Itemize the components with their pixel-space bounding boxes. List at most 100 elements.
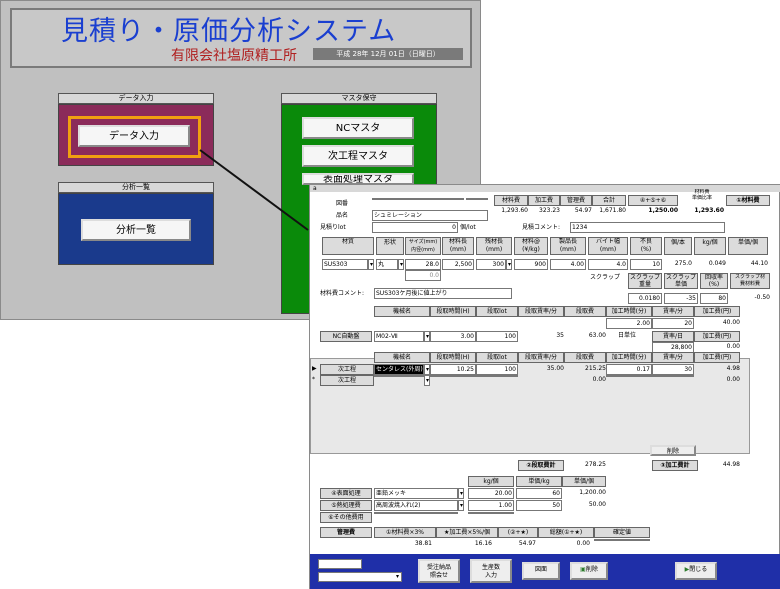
bottom-input[interactable] bbox=[318, 559, 362, 569]
np-process-time[interactable]: 0.17 bbox=[606, 364, 652, 375]
mgmt-confirmed-input[interactable] bbox=[594, 539, 650, 541]
np-rate[interactable] bbox=[652, 375, 694, 377]
mat-h-defect: 不良 (%) bbox=[630, 237, 662, 255]
bottom-select[interactable] bbox=[318, 572, 402, 582]
mat-price[interactable]: 900 bbox=[514, 259, 548, 270]
np-machine-select[interactable] bbox=[374, 375, 424, 377]
np-machine-select[interactable]: センタレス(外周) bbox=[374, 364, 424, 375]
form-marker: a bbox=[313, 185, 317, 192]
analysis-header: 分析一覧 bbox=[58, 182, 214, 193]
chevron-down-icon[interactable]: ▾ bbox=[368, 259, 374, 270]
mat-defect[interactable]: 10 bbox=[630, 259, 662, 270]
mat-h-remain: 残材長 (mm) bbox=[476, 237, 512, 255]
np-setup-lot[interactable]: 100 bbox=[476, 364, 518, 375]
data-entry-button[interactable]: データ入力 bbox=[78, 125, 190, 147]
surface-kg[interactable]: 20.00 bbox=[468, 488, 514, 499]
mat-inner-dia[interactable]: 0.0 bbox=[405, 270, 441, 281]
chevron-down-icon[interactable]: ▾ bbox=[398, 259, 404, 270]
mat-product-length[interactable]: 4.00 bbox=[550, 259, 586, 270]
nc-rate[interactable]: 20 bbox=[652, 318, 694, 329]
mgmt-h-2: ★加工費×5%/個 bbox=[436, 527, 498, 538]
next-process-master-button[interactable]: 次工程マスタ bbox=[302, 145, 414, 167]
hinmei-label: 品名 bbox=[336, 212, 349, 219]
mat-h-price: 材料@ (¥/kg) bbox=[514, 237, 548, 255]
mgmt-v-4: 0.00 bbox=[576, 540, 590, 547]
mat-remain[interactable]: 300 bbox=[476, 259, 506, 270]
nc-setup-lot[interactable]: 100 bbox=[476, 331, 518, 342]
nc-day-cost: 0.00 bbox=[726, 343, 740, 350]
order-inquiry-button[interactable]: 受注納品 照会せ bbox=[418, 559, 460, 583]
hinmei-input[interactable]: シュミレーション bbox=[372, 210, 488, 221]
mat-size[interactable]: 28.0 bbox=[405, 259, 441, 270]
np-setup-time[interactable]: 10.25 bbox=[430, 364, 476, 375]
heat-select[interactable]: 高周波焼入れ(2) bbox=[374, 500, 458, 511]
nc-setup-time[interactable]: 3.00 bbox=[430, 331, 476, 342]
summary-header-ratio: 材料費 単価比率 bbox=[691, 189, 712, 201]
np-setup-time[interactable] bbox=[430, 375, 476, 377]
drawing-button[interactable]: 図面 bbox=[522, 562, 560, 580]
mat-bite[interactable]: 4.0 bbox=[588, 259, 628, 270]
other-input[interactable] bbox=[374, 512, 458, 514]
mat-length[interactable]: 2,500 bbox=[442, 259, 474, 270]
comment-input[interactable]: 1234 bbox=[570, 222, 725, 233]
scrap-weight[interactable]: 0.0180 bbox=[628, 293, 662, 304]
nc-process-time[interactable]: 2.00 bbox=[606, 318, 652, 329]
np-h-setup-lot: 段取lot bbox=[476, 352, 518, 363]
chevron-down-icon[interactable]: ▾ bbox=[396, 572, 399, 581]
other-kg[interactable] bbox=[468, 512, 514, 514]
np-row-label: 次工程 bbox=[320, 364, 374, 375]
mgmt-h-5: 確定値 bbox=[594, 527, 650, 538]
mat-h-length: 材料長 (mm) bbox=[442, 237, 474, 255]
surface-price-pc: 1,200.00 bbox=[579, 489, 606, 496]
mgmt-h-3: (②+★) bbox=[498, 527, 538, 538]
chevron-down-icon[interactable]: ▾ bbox=[506, 259, 512, 270]
production-input-button[interactable]: 生産数 入力 bbox=[470, 559, 512, 583]
nc-machine-select[interactable]: M02-Ⅶ bbox=[374, 331, 424, 342]
mat-material-select[interactable]: SUS303 bbox=[322, 259, 368, 270]
scrap-rate[interactable]: 80 bbox=[700, 293, 728, 304]
heat-kg[interactable]: 1.00 bbox=[468, 500, 514, 511]
mat-comment-input[interactable]: SUS303ケ月後に値上がり bbox=[374, 288, 512, 299]
heat-price-kg[interactable]: 50 bbox=[516, 500, 562, 511]
analysis-button[interactable]: 分析一覧 bbox=[81, 219, 191, 241]
summary-header-sum456: ④+⑤+⑥ bbox=[628, 195, 678, 206]
mat-h-shape: 形状 bbox=[376, 237, 404, 255]
summary-total: 1,671.80 bbox=[599, 207, 626, 214]
mgmt-v-3: 54.97 bbox=[518, 540, 536, 547]
setup-total: 278.25 bbox=[585, 461, 606, 468]
np-h-process-time: 加工時間(分) bbox=[606, 352, 652, 363]
surf-h-price-kg: 単価/kg bbox=[516, 476, 562, 487]
np-setup-lot[interactable] bbox=[476, 375, 518, 377]
scrap-price[interactable]: -35 bbox=[664, 293, 698, 304]
company-name: 有限会社塩原精工所 bbox=[171, 48, 297, 64]
nc-master-button[interactable]: NCマスタ bbox=[302, 117, 414, 139]
np-process-cost: 4.98 bbox=[726, 365, 740, 372]
surface-price-kg[interactable]: 60 bbox=[516, 488, 562, 499]
chevron-down-icon[interactable]: ▾ bbox=[458, 488, 464, 499]
np-h-rate: 賃率/分 bbox=[652, 352, 694, 363]
process-total-label: ③加工費計 bbox=[652, 460, 698, 471]
mat-shape-select[interactable]: 丸 bbox=[376, 259, 398, 270]
mat-kg: 0.049 bbox=[708, 260, 726, 267]
np-rate[interactable]: 30 bbox=[652, 364, 694, 375]
nc-setup-cost: 63.00 bbox=[588, 332, 606, 339]
app-title: 見積り・原価分析システム bbox=[61, 16, 397, 47]
mat-h-bite: バイト幅 (mm) bbox=[588, 237, 628, 255]
np-h-process-cost: 加工費(円) bbox=[694, 352, 740, 363]
lot-input[interactable]: 0 bbox=[372, 222, 458, 233]
mgmt-v-1: 38.81 bbox=[414, 540, 432, 547]
chevron-down-icon[interactable]: ▾ bbox=[458, 500, 464, 511]
np-setup-cost: 0.00 bbox=[592, 376, 606, 383]
zuban-sub-input[interactable] bbox=[466, 198, 488, 200]
zuban-input[interactable] bbox=[372, 198, 464, 200]
delete-row-button[interactable]: 削除 bbox=[650, 445, 696, 456]
close-button[interactable]: ▶閉じる bbox=[675, 562, 717, 580]
surf-h-kg: kg/個 bbox=[468, 476, 514, 487]
np-h-setup-rate: 段取賃率/分 bbox=[518, 352, 564, 363]
heat-price-pc: 50.00 bbox=[588, 501, 606, 508]
mat-comment-label: 材料費コメント: bbox=[320, 290, 365, 297]
master-header: マスタ保守 bbox=[281, 93, 437, 104]
delete-button[interactable]: ▣削除 bbox=[570, 562, 608, 580]
np-process-time[interactable] bbox=[606, 375, 652, 377]
surface-select[interactable]: 亜鉛メッキ bbox=[374, 488, 458, 499]
